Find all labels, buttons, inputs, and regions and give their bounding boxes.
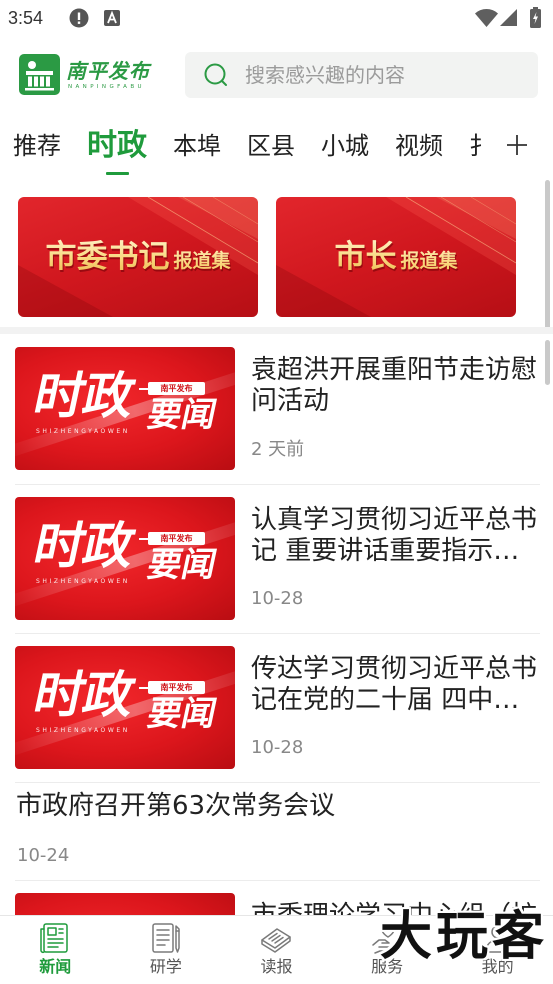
banner-text: 市委书记 报道集 (18, 235, 258, 279)
thumbnail-pinyin: SHIZHENGYAOWEN (36, 428, 130, 435)
nav-label: 新闻 (39, 957, 72, 976)
banner-mayor-reports[interactable]: 市长 报道集 (276, 197, 516, 317)
news-item[interactable]: 时政 南平发布 要闻 SHIZHENGYAOWEN 认真学习贯彻习近平总书记 重… (15, 485, 540, 634)
nav-study[interactable]: 研学 (111, 916, 222, 984)
banner-text: 市长 报道集 (276, 235, 516, 279)
plus-icon[interactable] (506, 134, 528, 156)
tab-label: 推荐 (13, 132, 61, 160)
tab-small-town[interactable]: 小城 (321, 125, 369, 177)
news-thumbnail: 时政 南平发布 要闻 SHIZHENGYAOWEN (15, 497, 235, 620)
thumbnail-sub-text: 要闻 (143, 694, 221, 734)
tab-local[interactable]: 本埠 (173, 125, 221, 177)
category-tabs: 推荐 时政 本埠 区县 小城 视频 扌 (13, 125, 487, 177)
nav-news[interactable]: 新闻 (0, 916, 111, 984)
study-icon (152, 923, 180, 953)
news-title[interactable]: 传达学习贯彻习近平总书记在党的二十届 四中… (251, 654, 541, 716)
thumbnail-sub-text: 要闻 (143, 395, 221, 435)
thumbnail-main-text: 时政 (28, 367, 140, 425)
tab-label: 时政 (87, 128, 147, 163)
tab-video[interactable]: 视频 (395, 125, 443, 177)
wifi-icon (475, 9, 498, 27)
thumbnail-pinyin: SHIZHENGYAOWEN (36, 727, 130, 734)
banner-suffix: 报道集 (400, 239, 457, 283)
alert-icon (69, 8, 89, 28)
app-logo-subtitle: NANPINGFABU (68, 84, 145, 90)
scrollbar[interactable] (545, 180, 550, 330)
signal-icon (500, 9, 517, 26)
app-logo-title: 南平发布 (66, 59, 150, 83)
watermark: 大玩客 (380, 907, 549, 967)
scrollbar[interactable] (545, 340, 550, 385)
banner-party-secretary-reports[interactable]: 市委书记 报道集 (18, 197, 258, 317)
tab-label: 扌 (469, 132, 487, 160)
thumbnail-rule (139, 538, 148, 540)
news-item[interactable]: 市政府召开第63次常务会议 10-24 (15, 783, 540, 881)
news-thumbnail: 时政 南平发布 要闻 SHIZHENGYAOWEN (15, 347, 235, 470)
news-time: 10-24 (17, 845, 70, 866)
tab-label: 区县 (247, 132, 295, 160)
a-notification-icon (104, 10, 120, 26)
tab-recommend[interactable]: 推荐 (13, 125, 61, 177)
thumbnail-badge: 南平发布 (148, 382, 205, 395)
search-icon (204, 63, 227, 86)
nav-label: 研学 (149, 957, 182, 976)
thumbnail-main-text: 时政 (28, 666, 140, 724)
tab-partial[interactable]: 扌 (469, 125, 487, 177)
tab-label: 小城 (321, 132, 369, 160)
thumbnail-pinyin: SHIZHENGYAOWEN (36, 578, 130, 585)
search-bar[interactable] (185, 52, 538, 98)
thumbnail-rule (139, 687, 148, 689)
tab-politics[interactable]: 时政 (87, 125, 147, 177)
tab-underline (105, 172, 129, 175)
section-divider (0, 327, 553, 334)
news-title[interactable]: 市政府召开第63次常务会议 (16, 791, 536, 822)
news-item[interactable]: 时政 南平发布 要闻 SHIZHENGYAOWEN 传达学习贯彻习近平总书记在党… (15, 634, 540, 783)
news-icon (40, 923, 69, 954)
newspaper-icon (261, 928, 292, 953)
status-bar: 3:54 (0, 0, 553, 36)
battery-charging-icon (530, 7, 541, 28)
news-item[interactable]: 时政 南平发布 要闻 SHIZHENGYAOWEN 袁超洪开展重阳节走访慰问活动… (15, 334, 540, 485)
thumbnail-rule (139, 388, 148, 390)
banner-title: 市委书记 (45, 235, 169, 279)
tab-label: 本埠 (173, 132, 221, 160)
banner-suffix: 报道集 (173, 239, 230, 283)
nav-read-newspaper[interactable]: 读报 (221, 916, 332, 984)
thumbnail-main-text: 时政 (28, 517, 140, 575)
banner-title: 市长 (334, 235, 396, 279)
thumbnail-sub-text: 要闻 (143, 545, 221, 585)
thumbnail-badge: 南平发布 (148, 532, 205, 545)
news-title[interactable]: 认真学习贯彻习近平总书记 重要讲话重要指示… (251, 505, 541, 567)
nav-label: 读报 (260, 957, 293, 976)
news-time: 10-28 (251, 588, 304, 609)
search-input[interactable] (245, 52, 530, 98)
thumbnail-badge: 南平发布 (148, 681, 205, 694)
tab-districts[interactable]: 区县 (247, 125, 295, 177)
news-title[interactable]: 袁超洪开展重阳节走访慰问活动 (251, 355, 541, 417)
nanping-logo-icon (19, 54, 60, 95)
news-time: 10-28 (251, 737, 304, 758)
tab-label: 视频 (395, 132, 443, 160)
status-time: 3:54 (8, 8, 44, 28)
news-thumbnail: 时政 南平发布 要闻 SHIZHENGYAOWEN (15, 646, 235, 769)
news-time: 2 天前 (251, 439, 305, 460)
